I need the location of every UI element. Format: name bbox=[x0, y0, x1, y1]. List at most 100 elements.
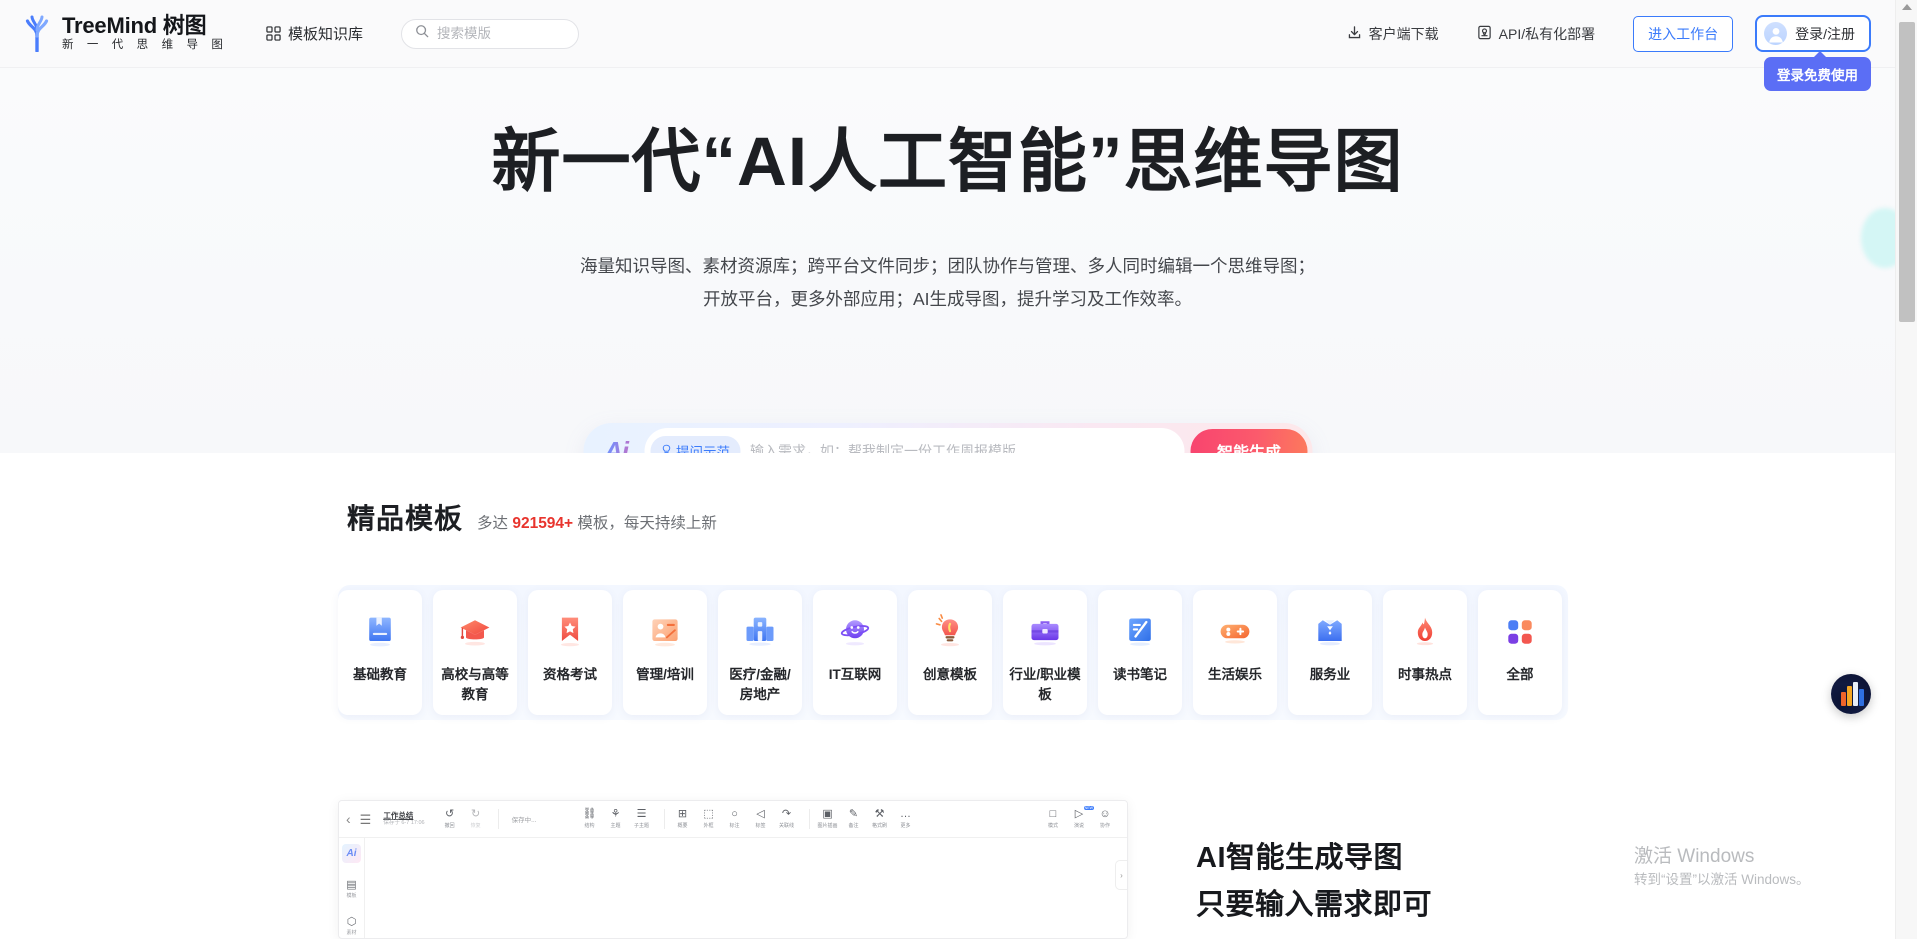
logo[interactable]: TreeMind 树图 新 一 代 思 维 导 图 bbox=[20, 14, 228, 53]
chevron-left-icon[interactable]: ‹ bbox=[346, 811, 351, 827]
api-deploy-link[interactable]: API/私有化部署 bbox=[1477, 24, 1595, 44]
editor-tool-label: 外框 bbox=[704, 822, 714, 830]
category-card[interactable]: 行业/职业模板 bbox=[1003, 590, 1087, 715]
site-header: TreeMind 树图 新 一 代 思 维 导 图 模板知识库 bbox=[0, 0, 1895, 68]
editor-right-tool-协作[interactable]: ☺协作 bbox=[1094, 808, 1116, 830]
chevron-right-icon[interactable]: › bbox=[1115, 860, 1127, 890]
editor-tool-图片插画[interactable]: ▣图片插画 bbox=[817, 808, 839, 830]
login-register-label: 登录/注册 bbox=[1795, 24, 1855, 44]
subtopic-icon: ☰ bbox=[637, 808, 647, 821]
bulb-icon bbox=[660, 444, 672, 454]
editor-tool-外框[interactable]: ⬚外框 bbox=[698, 808, 720, 830]
editor-sidebar-item-模板[interactable]: ▤模板 bbox=[346, 879, 356, 900]
editor-tool-结构[interactable]: ⛓结构 bbox=[579, 808, 601, 830]
category-card[interactable]: 高校与高等教育 bbox=[433, 590, 517, 715]
hamburger-icon[interactable]: ☰ bbox=[360, 813, 372, 826]
templates-count: 921594+ bbox=[512, 515, 573, 532]
editor-tool-主题[interactable]: ⚘主题 bbox=[605, 808, 627, 830]
editor-sidebar-item-素材[interactable]: ⬡素材 bbox=[346, 916, 356, 937]
treemind-logo-icon bbox=[20, 14, 54, 52]
note-pen-icon bbox=[1120, 612, 1160, 652]
editor-sidebar-label: 模板 bbox=[346, 892, 356, 900]
category-card[interactable]: 全部 bbox=[1478, 590, 1562, 715]
editor-sidebar-item-ai[interactable]: Ai bbox=[342, 844, 361, 863]
templates-title: 精品模板 bbox=[347, 497, 463, 537]
login-register-button[interactable]: 登录/注册 登录免费使用 bbox=[1755, 15, 1871, 52]
editor-sidebar: Ai ▤模板 ⬡素材 bbox=[339, 838, 365, 939]
category-card[interactable]: 资格考试 bbox=[528, 590, 612, 715]
templates-subtitle: 多达 921594+ 模板，每天持续上新 bbox=[477, 511, 717, 533]
editor-tool-子主题[interactable]: ☰子主题 bbox=[631, 808, 653, 830]
editor-tool-备注[interactable]: ✎备注 bbox=[843, 808, 865, 830]
toolbar-divider bbox=[664, 809, 665, 829]
category-card[interactable]: 时事热点 bbox=[1383, 590, 1467, 715]
ai-requirement-input[interactable] bbox=[750, 443, 1177, 453]
summary-icon: ⊞ bbox=[678, 808, 687, 821]
editor-tool-格式刷[interactable]: ⚒格式刷 bbox=[869, 808, 891, 830]
client-download-label: 客户端下载 bbox=[1369, 24, 1439, 44]
client-download-link[interactable]: 客户端下载 bbox=[1347, 24, 1439, 44]
category-card[interactable]: 创意模板 bbox=[908, 590, 992, 715]
editor-tool-标签[interactable]: ◁标签 bbox=[750, 808, 772, 830]
scroll-up-arrow-icon[interactable] bbox=[1902, 4, 1912, 10]
editor-tool-redo-label: 恢复 bbox=[471, 822, 481, 830]
editor-tool-标注[interactable]: ○标注 bbox=[724, 808, 746, 830]
search-icon bbox=[415, 24, 429, 43]
ask-example-label: 提问示范 bbox=[676, 441, 730, 453]
mode-icon: □ bbox=[1050, 808, 1057, 821]
theme-icon: ⚘ bbox=[611, 808, 621, 821]
category-card[interactable]: 生活娱乐 bbox=[1193, 590, 1277, 715]
nav-template-library[interactable]: 模板知识库 bbox=[266, 23, 363, 44]
category-card[interactable]: IT互联网 bbox=[813, 590, 897, 715]
editor-tool-关联线[interactable]: ↷关联线 bbox=[776, 808, 798, 830]
editor-tool-label: 主题 bbox=[611, 822, 621, 830]
tag-icon: ◁ bbox=[756, 808, 764, 821]
editor-body: Ai ▤模板 ⬡素材 › bbox=[339, 838, 1127, 939]
category-card-label: 医疗/金融/房地产 bbox=[724, 665, 796, 705]
templates-sub-suffix: 模板，每天持续上新 bbox=[573, 515, 717, 532]
category-card[interactable]: 管理/培训 bbox=[623, 590, 707, 715]
ask-example-chip[interactable]: 提问示范 bbox=[650, 436, 740, 453]
editor-tool-undo[interactable]: ↺ 撤回 bbox=[439, 808, 461, 830]
graduation-cap-icon bbox=[455, 612, 495, 652]
ai-generate-button[interactable]: 智能生成 bbox=[1191, 429, 1307, 453]
category-card-label: IT互联网 bbox=[819, 665, 891, 685]
editor-toolbar: ‹ ☰ 工作总结 保存于 6-7 17:06 ↺ 撤回 ↻ 恢复 保存中... … bbox=[339, 801, 1127, 838]
editor-tool-redo[interactable]: ↻ 恢复 bbox=[465, 808, 487, 830]
presentation-icon bbox=[645, 612, 685, 652]
editor-tool-label: 标签 bbox=[756, 822, 766, 830]
enter-workspace-button[interactable]: 进入工作台 bbox=[1633, 16, 1733, 52]
category-card[interactable]: 服务业 bbox=[1288, 590, 1372, 715]
editor-tool-更多[interactable]: …更多 bbox=[895, 808, 917, 830]
editor-tool-label: 标注 bbox=[730, 822, 740, 830]
search-box[interactable] bbox=[401, 19, 579, 49]
ai-generate-bar: Ai 提问示范 智能生成 bbox=[583, 423, 1312, 453]
book-icon bbox=[360, 612, 400, 652]
category-card[interactable]: 读书笔记 bbox=[1098, 590, 1182, 715]
editor-tool-label: 结构 bbox=[585, 822, 595, 830]
editor-document-info[interactable]: 工作总结 保存于 6-7 17:06 bbox=[383, 811, 424, 827]
category-card-label: 读书笔记 bbox=[1104, 665, 1176, 685]
editor-doc-name: 工作总结 bbox=[383, 811, 424, 820]
search-input[interactable] bbox=[437, 26, 565, 41]
category-card[interactable]: 基础教育 bbox=[338, 590, 422, 715]
editor-right-tool-group: □模式NEW▷演说☺协作 bbox=[1042, 808, 1120, 830]
template-icon: ▤ bbox=[346, 879, 356, 892]
promo-line-1: AI智能生成导图 bbox=[1196, 835, 1432, 882]
download-icon bbox=[1347, 25, 1362, 43]
chart-bubble-icon[interactable] bbox=[1831, 674, 1871, 714]
category-card[interactable]: 医疗/金融/房地产 bbox=[718, 590, 802, 715]
flame-icon bbox=[1405, 612, 1445, 652]
editor-right-tool-演说[interactable]: NEW▷演说 bbox=[1068, 808, 1090, 830]
editor-sidebar-label: 素材 bbox=[346, 929, 356, 937]
scrollbar-thumb[interactable] bbox=[1899, 22, 1915, 322]
editor-canvas[interactable]: › bbox=[365, 838, 1127, 939]
api-deploy-label: API/私有化部署 bbox=[1499, 24, 1595, 44]
login-tooltip: 登录免费使用 bbox=[1764, 57, 1871, 91]
note-icon: ✎ bbox=[849, 808, 858, 821]
ai-input-wrapper: 提问示范 bbox=[644, 428, 1185, 453]
editor-tool-概要[interactable]: ⊞概要 bbox=[672, 808, 694, 830]
page-scrollbar[interactable] bbox=[1895, 0, 1917, 939]
editor-right-tool-模式[interactable]: □模式 bbox=[1042, 808, 1064, 830]
editor-tool-label: 格式刷 bbox=[872, 822, 887, 830]
